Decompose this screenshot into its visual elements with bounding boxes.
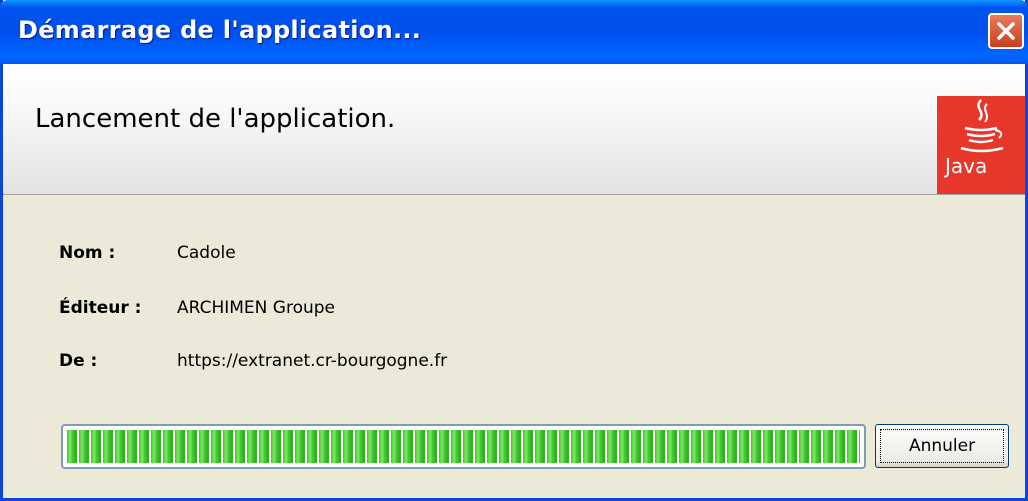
from-label: De : [59, 351, 98, 371]
close-icon [997, 22, 1015, 40]
from-value: https://extranet.cr-bourgogne.fr [177, 351, 448, 371]
java-logo-text: Java [945, 154, 988, 178]
window-title: Démarrage de l'application... [18, 16, 422, 44]
name-label: Nom : [59, 243, 116, 263]
close-button[interactable] [988, 13, 1024, 49]
publisher-label: Éditeur : [59, 298, 142, 318]
launch-dialog: Démarrage de l'application... Lancement … [0, 0, 1028, 501]
java-cup-icon [960, 99, 1004, 153]
cancel-button[interactable]: Annuler [875, 424, 1009, 468]
java-logo: Java [937, 96, 1025, 194]
publisher-value: ARCHIMEN Groupe [177, 298, 336, 318]
progress-bar [61, 424, 866, 469]
name-value: Cadole [177, 243, 236, 263]
dialog-header: Lancement de l'application. Java [3, 64, 1025, 195]
progress-fill [67, 430, 860, 463]
title-bar[interactable]: Démarrage de l'application... [0, 0, 1028, 64]
header-title: Lancement de l'application. [35, 104, 396, 134]
